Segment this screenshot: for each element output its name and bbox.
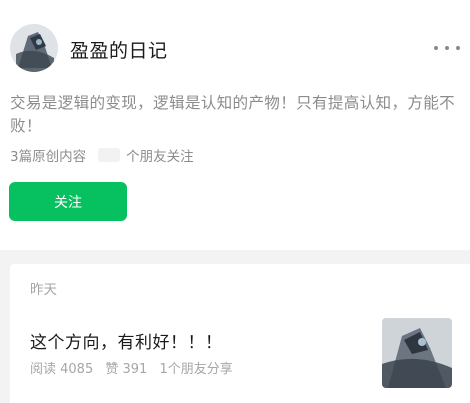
article-card[interactable]: 昨天 这个方向，有利好！！！ 阅读 4085 赞 391 1个朋友分享 bbox=[10, 264, 470, 403]
like-count: 赞 391 bbox=[105, 362, 148, 377]
original-count: 3篇原创内容 bbox=[10, 149, 87, 165]
blurred-friend-avatars bbox=[98, 148, 121, 162]
share-count: 1个朋友分享 bbox=[159, 362, 233, 377]
follow-button[interactable]: 关注 bbox=[9, 182, 127, 221]
followers-label: 个朋友关注 bbox=[126, 149, 194, 165]
thumbnail-image bbox=[382, 318, 452, 388]
avatar[interactable] bbox=[10, 24, 58, 72]
avatar-image bbox=[10, 24, 58, 72]
article-thumbnail[interactable] bbox=[382, 318, 452, 388]
account-header: 盈盈的日记 交易是逻辑的变现，逻辑是认知的产物！只有提高认知，方能不败！ 3篇原… bbox=[0, 0, 470, 250]
read-count: 阅读 4085 bbox=[30, 362, 94, 377]
account-stats: 3篇原创内容 个朋友关注 bbox=[10, 145, 194, 165]
account-name: 盈盈的日记 bbox=[70, 40, 168, 62]
more-dots-icon[interactable] bbox=[434, 44, 460, 52]
article-feed: 昨天 这个方向，有利好！！！ 阅读 4085 赞 391 1个朋友分享 bbox=[0, 250, 470, 403]
article-meta: 阅读 4085 赞 391 1个朋友分享 bbox=[30, 358, 241, 377]
account-bio: 交易是逻辑的变现，逻辑是认知的产物！只有提高认知，方能不败！ bbox=[10, 94, 456, 135]
date-label: 昨天 bbox=[30, 282, 57, 298]
article-title[interactable]: 这个方向，有利好！！！ bbox=[30, 328, 223, 353]
